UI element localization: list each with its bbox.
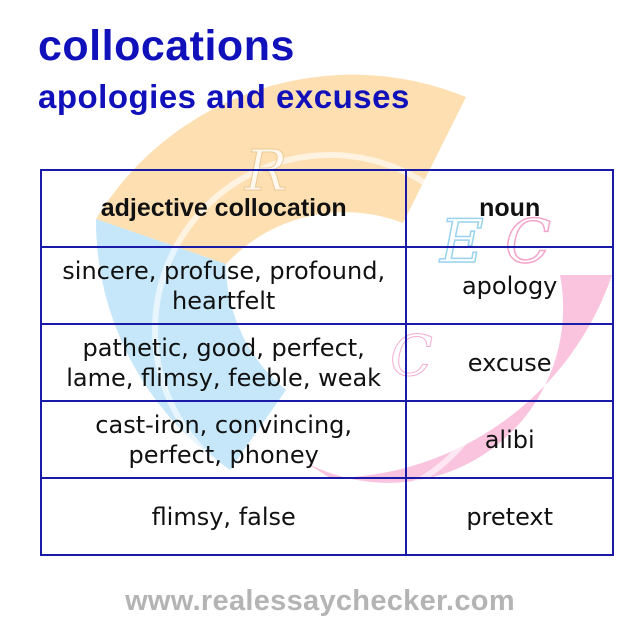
table-header-row: adjective collocation noun — [39, 169, 614, 248]
adjective-text: flimsy, false — [151, 502, 296, 531]
page-title: collocations — [38, 22, 295, 70]
adjective-text: sincere, profuse, profound, — [62, 256, 386, 285]
adjective-cell: flimsy, false — [39, 477, 408, 556]
column-header-adjective: adjective collocation — [39, 169, 408, 248]
adjective-cell: pathetic, good, perfect, lame, flimsy, f… — [39, 323, 408, 402]
adjective-cell: sincere, profuse, profound, heartfelt — [39, 246, 408, 325]
adjective-text: cast-iron, convincing, — [95, 410, 353, 439]
noun-cell: apology — [405, 246, 614, 325]
collocation-table: adjective collocation noun sincere, prof… — [39, 169, 614, 556]
adjective-text: heartfelt — [172, 286, 276, 315]
table-row: pathetic, good, perfect, lame, flimsy, f… — [39, 323, 614, 402]
adjective-text: lame, flimsy, feeble, weak — [66, 363, 382, 392]
adjective-text: perfect, phoney — [128, 440, 319, 469]
website-url: www.realessaychecker.com — [125, 585, 515, 617]
page-subtitle: apologies and excuses — [38, 78, 410, 115]
table-row: cast-iron, convincing, perfect, phoney a… — [39, 400, 614, 479]
noun-cell: pretext — [405, 477, 614, 556]
noun-cell: alibi — [405, 400, 614, 479]
noun-cell: excuse — [405, 323, 614, 402]
adjective-cell: cast-iron, convincing, perfect, phoney — [39, 400, 408, 479]
adjective-text: pathetic, good, perfect, — [82, 333, 365, 362]
table-row: sincere, profuse, profound, heartfelt ap… — [39, 246, 614, 325]
column-header-noun: noun — [405, 169, 614, 248]
table-row: flimsy, false pretext — [39, 477, 614, 556]
